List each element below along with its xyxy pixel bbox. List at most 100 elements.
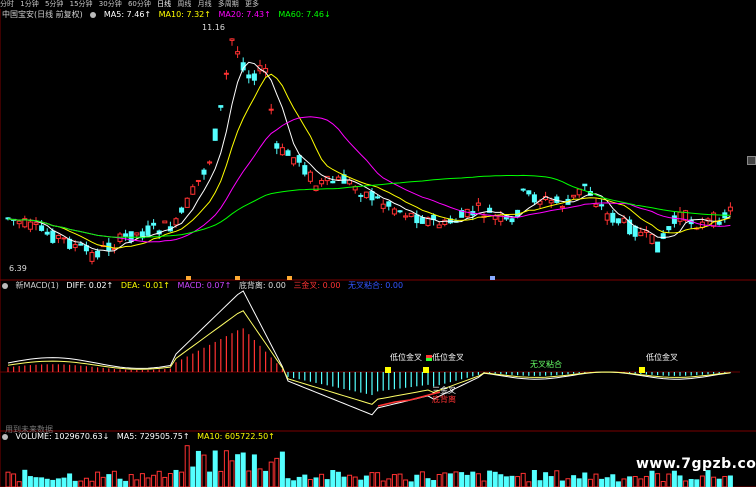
candle-body	[375, 196, 381, 199]
ma5-line	[7, 61, 731, 252]
volume-bar	[307, 478, 313, 487]
volume-bar	[419, 471, 425, 487]
candle-body	[274, 143, 280, 149]
volume-bar	[123, 480, 129, 487]
volume-bar	[386, 478, 392, 487]
volume-bar	[167, 472, 173, 487]
volume-bar	[677, 475, 683, 487]
volume-bar	[531, 470, 537, 487]
candle-body	[61, 237, 67, 240]
volume-bar	[503, 476, 509, 487]
volume-bar	[632, 475, 638, 487]
candle-body	[190, 186, 196, 195]
macd-signal-label: 低位金叉	[432, 352, 464, 362]
volume-bar	[27, 476, 33, 487]
volume-bar	[274, 457, 280, 487]
volume-bar	[498, 474, 504, 487]
volume-bar	[83, 477, 89, 487]
volume-bar	[55, 478, 61, 487]
macd-signal-label: 无叉粘合	[530, 359, 562, 369]
volume-bar	[100, 476, 106, 487]
volume-bar	[111, 470, 117, 487]
candle-body	[671, 215, 677, 224]
volume-bar	[263, 470, 269, 487]
volume-bar	[459, 472, 465, 487]
volume-bar	[184, 445, 190, 487]
volume-bar	[341, 476, 347, 487]
candle-body	[649, 233, 655, 244]
candle-body	[39, 225, 45, 231]
volume-bar	[72, 480, 78, 487]
golden-cross-marker	[639, 367, 645, 373]
candle-body	[184, 197, 190, 208]
volume-bar	[576, 478, 582, 487]
candle-body	[638, 231, 644, 237]
volume-bar	[447, 473, 453, 487]
macd-dea-line	[7, 310, 731, 405]
volume-bar	[89, 480, 95, 487]
volume-bar	[716, 478, 722, 487]
candle-body	[235, 51, 241, 55]
volume-bar	[414, 474, 420, 487]
volume-bar	[212, 450, 218, 487]
volume-bar	[16, 481, 22, 487]
candle-body	[727, 206, 733, 212]
volume-legend: VOLUME: 1029670.63↓ MA5: 729505.75↑ MA10…	[2, 432, 280, 442]
volume-bar	[61, 477, 67, 487]
candle-body	[72, 244, 78, 248]
volume-bar	[363, 475, 369, 487]
volume-bar	[319, 473, 325, 487]
volume-bar	[604, 477, 610, 487]
macd-triple-gold: 三金叉: 0.00	[293, 281, 341, 290]
candle-body	[414, 214, 420, 224]
candle-body	[397, 210, 403, 213]
candle-body	[548, 199, 554, 204]
kline-chart-canvas[interactable]: 11.166.39低位金叉 低位金叉 低位金叉无叉粘合三金叉底背离	[0, 0, 756, 487]
volume-settings-dot-icon[interactable]	[2, 433, 8, 440]
macd-name: 新MACD(1)	[15, 281, 59, 290]
volume-bar	[39, 477, 45, 487]
volume-bar	[11, 473, 17, 487]
high-price-label: 11.16	[202, 23, 225, 32]
candle-body	[475, 202, 481, 206]
candle-body	[67, 238, 73, 249]
volume-bar	[683, 480, 689, 487]
event-marker	[490, 276, 495, 280]
volume-bar	[324, 479, 330, 487]
volume-bar	[156, 470, 162, 487]
volume-ma5: MA5: 729505.75↑	[116, 432, 190, 441]
event-marker	[186, 276, 191, 280]
volume-bar	[78, 480, 84, 487]
volume-bar	[117, 478, 123, 487]
volume-bar	[554, 470, 560, 487]
macd-settings-dot-icon[interactable]	[2, 282, 8, 289]
volume-bar	[95, 471, 101, 487]
candle-body	[593, 203, 599, 208]
volume-bar	[436, 473, 442, 487]
volume-bar	[162, 476, 168, 487]
macd-no-cross: 无叉粘合: 0.00	[348, 281, 404, 290]
candle-body	[716, 221, 722, 225]
volume-bar	[397, 473, 403, 487]
candle-body	[207, 161, 213, 164]
volume-bar	[470, 471, 476, 487]
macd-dea: DEA: -0.01↑	[120, 281, 170, 290]
candle-body	[380, 203, 386, 209]
volume-bar	[195, 450, 201, 487]
candle-body	[134, 232, 140, 236]
volume-bar	[543, 472, 549, 487]
event-marker	[235, 276, 240, 280]
volume-bar	[139, 473, 145, 487]
candle-body	[223, 72, 229, 75]
candle-body	[391, 208, 397, 215]
volume-bar	[492, 471, 498, 487]
candle-body	[386, 201, 392, 207]
candle-body	[615, 218, 621, 224]
volume-bar	[352, 476, 358, 487]
event-marker	[287, 276, 292, 280]
candle-body	[195, 179, 201, 182]
golden-cross-marker	[385, 367, 391, 373]
signal-marker	[426, 355, 432, 358]
volume-bar	[335, 471, 341, 487]
volume-bar	[599, 478, 605, 487]
